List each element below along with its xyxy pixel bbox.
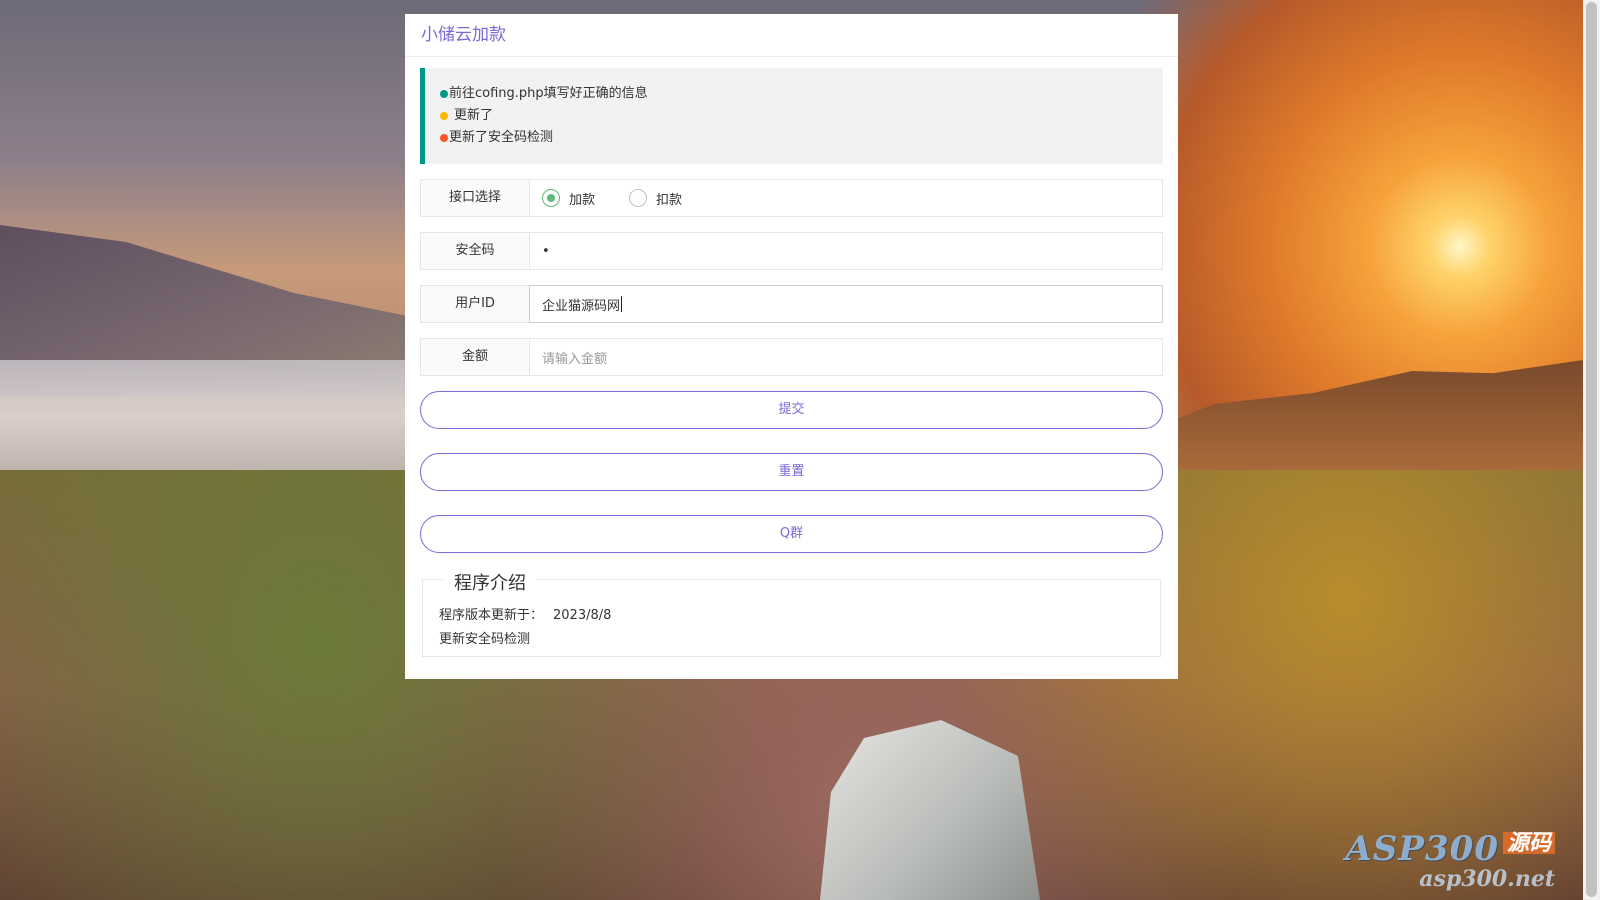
reset-button[interactable]: 重置 <box>420 453 1163 491</box>
recharge-panel: 小储云加款 前往cofing.php填写好正确的信息 更新了 更新了安全码检测 … <box>405 14 1178 679</box>
notice-text: 前往cofing.php填写好正确的信息 <box>449 86 648 101</box>
radio-add-label[interactable]: 加款 <box>569 189 595 208</box>
version-date: 2023/8/8 <box>553 608 612 623</box>
watermark-tag: 源码 <box>1502 832 1555 854</box>
user-id-row: 用户ID 企业猫源码网 <box>420 285 1163 323</box>
version-label: 程序版本更新于： <box>439 608 544 623</box>
notice-text: 更新了安全码检测 <box>449 130 554 145</box>
user-id-label: 用户ID <box>421 286 530 322</box>
scrollbar-thumb[interactable] <box>1586 2 1597 897</box>
amount-input[interactable]: 请输入金额 <box>530 339 1162 375</box>
interface-radio-group: 加款 扣款 <box>530 180 1162 216</box>
dot-icon <box>440 90 448 98</box>
version-row: 程序版本更新于： 2023/8/8 <box>439 604 1144 628</box>
intro-note: 更新安全码检测 <box>439 632 531 647</box>
amount-label: 金额 <box>421 339 530 375</box>
notice-line: 更新了安全码检测 <box>440 127 1148 149</box>
panel-body: 前往cofing.php填写好正确的信息 更新了 更新了安全码检测 接口选择 加… <box>405 57 1178 657</box>
notice-box: 前往cofing.php填写好正确的信息 更新了 更新了安全码检测 <box>420 68 1163 164</box>
radio-deduct[interactable]: 扣款 <box>629 189 682 208</box>
interface-row: 接口选择 加款 扣款 <box>420 179 1163 217</box>
amount-row: 金额 请输入金额 <box>420 338 1163 376</box>
watermark-main: ASP300 <box>1345 829 1499 869</box>
radio-unchecked-icon[interactable] <box>629 189 648 207</box>
text-caret <box>621 296 623 312</box>
security-code-input[interactable]: • <box>530 233 1162 269</box>
vertical-scrollbar[interactable] <box>1583 0 1600 900</box>
dot-icon <box>440 134 448 142</box>
intro-fieldset: 程序介绍 程序版本更新于： 2023/8/8 更新安全码检测 <box>422 569 1161 657</box>
interface-label: 接口选择 <box>421 180 530 216</box>
security-code-label: 安全码 <box>421 233 530 269</box>
amount-placeholder: 请输入金额 <box>542 351 608 367</box>
radio-deduct-label[interactable]: 扣款 <box>656 189 682 208</box>
radio-add[interactable]: 加款 <box>542 189 595 208</box>
security-code-row: 安全码 • <box>420 232 1163 270</box>
radio-checked-icon[interactable] <box>542 189 560 207</box>
qgroup-button[interactable]: Q群 <box>420 515 1163 553</box>
dot-icon <box>440 112 448 120</box>
intro-legend: 程序介绍 <box>443 569 537 595</box>
user-id-input[interactable]: 企业猫源码网 <box>529 285 1163 323</box>
notice-line: 前往cofing.php填写好正确的信息 <box>440 83 1148 105</box>
security-code-value: • <box>542 243 550 259</box>
submit-button[interactable]: 提交 <box>420 391 1163 429</box>
notice-text: 更新了 <box>454 108 494 123</box>
watermark-sub: asp300.net <box>1419 866 1555 892</box>
panel-title: 小储云加款 <box>405 14 1178 57</box>
notice-line: 更新了 <box>440 105 1148 127</box>
watermark-logo: ASP300 源码 asp300.net <box>1345 829 1555 892</box>
user-id-value: 企业猫源码网 <box>542 298 621 314</box>
